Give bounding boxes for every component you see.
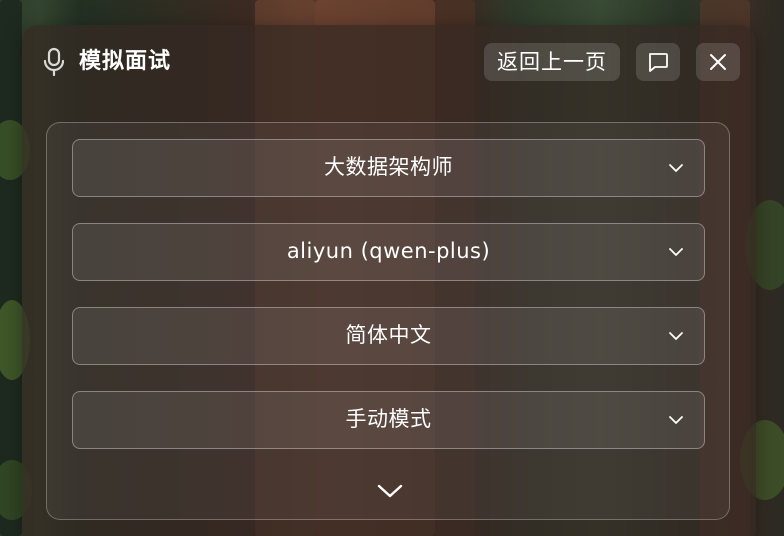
model-select[interactable]: aliyun (qwen-plus) [72,223,705,281]
chat-button[interactable] [636,43,680,81]
microphone-icon [43,47,65,77]
role-select-value: 大数据架构师 [324,155,453,179]
language-select[interactable]: 简体中文 [72,307,705,365]
chevron-down-icon [669,164,683,172]
panel-header: 模拟面试 返回上一页 [22,25,756,99]
page-title: 模拟面试 [79,49,172,74]
back-button[interactable]: 返回上一页 [484,43,620,81]
close-icon [710,54,726,70]
model-select-value: aliyun (qwen-plus) [286,239,491,263]
chevron-down-icon [669,416,683,424]
chevron-down-icon [669,332,683,340]
language-select-value: 简体中文 [345,323,432,347]
mode-select[interactable]: 手动模式 [72,391,705,449]
screen: 模拟面试 返回上一页 大数据架构师 aliyun (qwen-plus) 简体中… [0,0,784,536]
close-button[interactable] [696,43,740,81]
chevron-down-icon [669,248,683,256]
interview-panel: 模拟面试 返回上一页 大数据架构师 aliyun (qwen-plus) 简体中… [22,25,756,536]
role-select[interactable]: 大数据架构师 [72,139,705,197]
settings-card: 大数据架构师 aliyun (qwen-plus) 简体中文 手动模式 [46,122,730,520]
expand-more-icon[interactable] [375,481,405,501]
chat-bubble-icon [649,53,668,72]
mode-select-value: 手动模式 [345,407,432,431]
